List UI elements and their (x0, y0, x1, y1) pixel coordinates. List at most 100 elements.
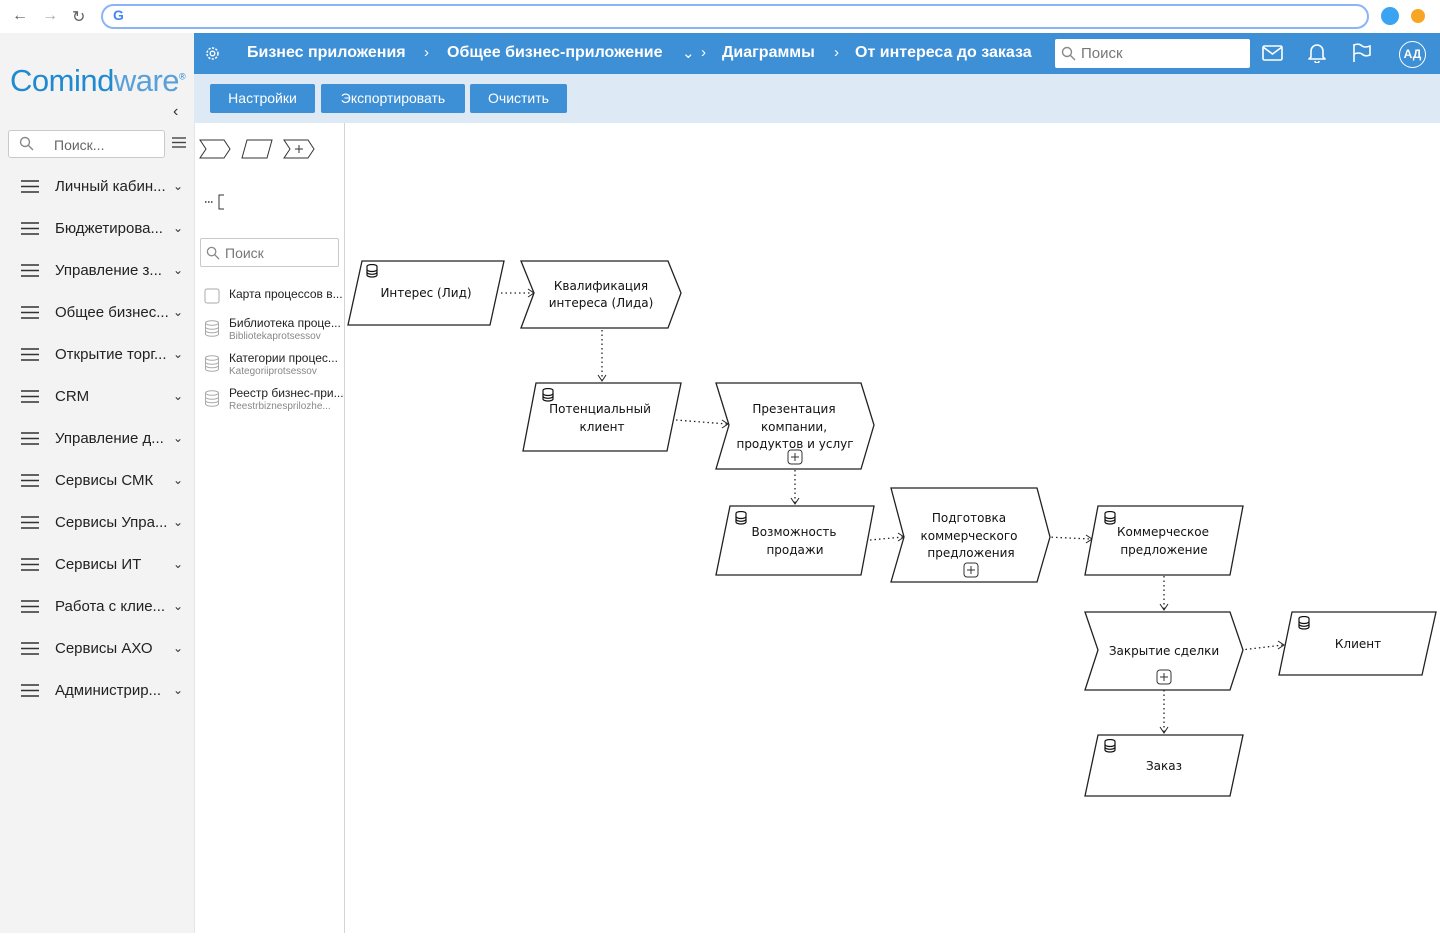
sidebar-item-personal-cabinet[interactable]: Личный кабин... ⌄ (0, 166, 194, 208)
extension-icon[interactable] (1381, 7, 1399, 25)
svg-text:Подготовка: Подготовка (932, 511, 1006, 525)
sidebar-item-aho-services[interactable]: Сервисы АХО ⌄ (0, 628, 194, 670)
expand-subprocess-icon (787, 449, 803, 465)
hamburger-icon (21, 516, 39, 529)
forward-icon[interactable]: → (42, 7, 58, 25)
address-bar[interactable]: G (101, 4, 1369, 29)
data-object-potential-client[interactable]: Потенциальный клиент (522, 382, 682, 452)
sidebar-item-qms-services[interactable]: Сервисы СМК ⌄ (0, 460, 194, 502)
chevron-down-icon: ⌄ (173, 389, 184, 403)
svg-text:предложения: предложения (927, 546, 1014, 560)
flag-icon[interactable] (1352, 43, 1372, 63)
export-button[interactable]: Экспортировать (321, 84, 465, 113)
action-toolbar: Настройки Экспортировать Очистить (194, 74, 1440, 123)
avatar[interactable]: АД (1399, 41, 1426, 68)
breadcrumb-separator-icon: › (701, 44, 706, 61)
sidebar-item-it-services[interactable]: Сервисы ИТ ⌄ (0, 544, 194, 586)
svg-text:Заказ: Заказ (1146, 759, 1182, 773)
sidebar-item-management-d[interactable]: Управление д... ⌄ (0, 418, 194, 460)
data-object-order[interactable]: Заказ (1084, 734, 1244, 797)
collapse-sidebar-icon[interactable]: ‹ (173, 103, 178, 121)
data-object-lead-interest[interactable]: Интерес (Лид) (347, 260, 505, 326)
sidebar-item-store-opening[interactable]: Открытие торг... ⌄ (0, 334, 194, 376)
svg-text:Квалификация: Квалификация (554, 279, 648, 293)
sidebar-item-label: Сервисы ИТ (55, 556, 142, 573)
diagram-svg: Интерес (Лид) Квалификация интереса (Лид… (347, 260, 1437, 797)
annotation-shape-icon[interactable] (204, 194, 228, 210)
google-icon: G (113, 7, 124, 23)
sidebar-item-label: Администрир... (55, 682, 162, 699)
hamburger-icon (21, 306, 39, 319)
data-object-client[interactable]: Клиент (1278, 611, 1437, 676)
extension-icon-2[interactable] (1411, 9, 1425, 23)
sidebar-item-label: Работа с клие... (55, 598, 166, 615)
expand-subprocess-icon (1156, 669, 1172, 685)
browser-toolbar: ← → ↻ G (0, 0, 1440, 33)
data-shape-icon[interactable] (241, 139, 273, 159)
data-object-sale-opportunity[interactable]: Возможность продажи (715, 505, 875, 576)
sidebar-item-management-z[interactable]: Управление з... ⌄ (0, 250, 194, 292)
chevron-down-icon: ⌄ (173, 431, 184, 445)
svg-text:Презентация: Презентация (752, 402, 835, 416)
hamburger-icon (21, 642, 39, 655)
bell-icon[interactable] (1308, 43, 1326, 63)
chevron-down-icon: ⌄ (173, 641, 184, 655)
clear-button[interactable]: Очистить (470, 84, 567, 113)
sidebar-search-input[interactable]: Поиск... (8, 130, 165, 158)
document-icon (204, 288, 220, 304)
process-lead-qualification[interactable]: Квалификация интереса (Лида) (520, 260, 682, 329)
diagram-canvas[interactable]: Интерес (Лид) Квалификация интереса (Лид… (345, 123, 1440, 933)
sidebar-item-administration[interactable]: Администрир... ⌄ (0, 670, 194, 712)
svg-text:Коммерческое: Коммерческое (1117, 525, 1209, 539)
subprocess-deal-closing[interactable]: Закрытие сделки (1084, 611, 1244, 691)
subprocess-proposal-preparation[interactable]: Подготовка коммерческого предложения (890, 487, 1051, 583)
hamburger-icon (21, 558, 39, 571)
breadcrumb-separator-icon: › (424, 44, 429, 61)
subprocess-shape-icon[interactable] (283, 139, 315, 159)
shape-palette: Поиск Карта процессов в... Библиотека пр… (194, 123, 345, 933)
gear-icon[interactable] (204, 45, 221, 62)
data-object-commercial-offer[interactable]: Коммерческое предложение (1084, 505, 1244, 576)
settings-button[interactable]: Настройки (210, 84, 315, 113)
header-search-input[interactable]: Поиск (1055, 39, 1250, 68)
connector (869, 536, 904, 541)
palette-search-input[interactable]: Поиск (200, 238, 339, 267)
breadcrumb-general-app[interactable]: Общее бизнес-приложение (447, 44, 663, 62)
reload-icon[interactable]: ↻ (72, 7, 85, 27)
sidebar-item-management-services[interactable]: Сервисы Упра... ⌄ (0, 502, 194, 544)
back-icon[interactable]: ← (12, 7, 28, 25)
subprocess-presentation[interactable]: Презентация компании, продуктов и услуг (715, 382, 875, 470)
database-icon (205, 390, 219, 407)
svg-text:интереса (Лида): интереса (Лида) (549, 296, 654, 310)
sidebar-item-budgeting[interactable]: Бюджетирова... ⌄ (0, 208, 194, 250)
sidebar-item-label: Сервисы АХО (55, 640, 153, 657)
breadcrumb-diagrams[interactable]: Диаграммы (722, 44, 815, 62)
chevron-down-icon: ⌄ (173, 347, 184, 361)
app-sidebar: Comindware® ‹ Поиск... Личный кабин... ⌄… (0, 33, 194, 933)
expand-subprocess-icon (963, 562, 979, 578)
search-icon (19, 136, 34, 151)
sidebar-item-label: Бюджетирова... (55, 220, 163, 237)
sidebar-item-client-work[interactable]: Работа с клие... ⌄ (0, 586, 194, 628)
sidebar-item-general-business[interactable]: Общее бизнес... ⌄ (0, 292, 194, 334)
breadcrumb-business-apps[interactable]: Бизнес приложения (247, 44, 406, 62)
hamburger-icon (21, 432, 39, 445)
hamburger-icon (21, 348, 39, 361)
chevron-down-icon: ⌄ (173, 473, 184, 487)
chevron-down-icon[interactable]: ⌄ (682, 44, 695, 62)
chevron-down-icon: ⌄ (173, 515, 184, 529)
top-header: Бизнес приложения › Общее бизнес-приложе… (194, 33, 1440, 74)
process-shape-icon[interactable] (199, 139, 231, 159)
svg-text:Клиент: Клиент (1335, 637, 1381, 651)
connector (675, 419, 728, 425)
svg-text:компании,: компании, (761, 420, 827, 434)
mail-icon[interactable] (1262, 45, 1283, 61)
sidebar-item-label: Открытие торг... (55, 346, 167, 363)
hamburger-icon (21, 474, 39, 487)
list-menu-icon[interactable] (172, 137, 186, 148)
database-icon (205, 355, 219, 372)
sidebar-item-crm[interactable]: CRM ⌄ (0, 376, 194, 418)
breadcrumb-separator-icon: › (834, 44, 839, 61)
chevron-down-icon: ⌄ (173, 221, 184, 235)
sidebar-item-label: Сервисы СМК (55, 472, 154, 489)
